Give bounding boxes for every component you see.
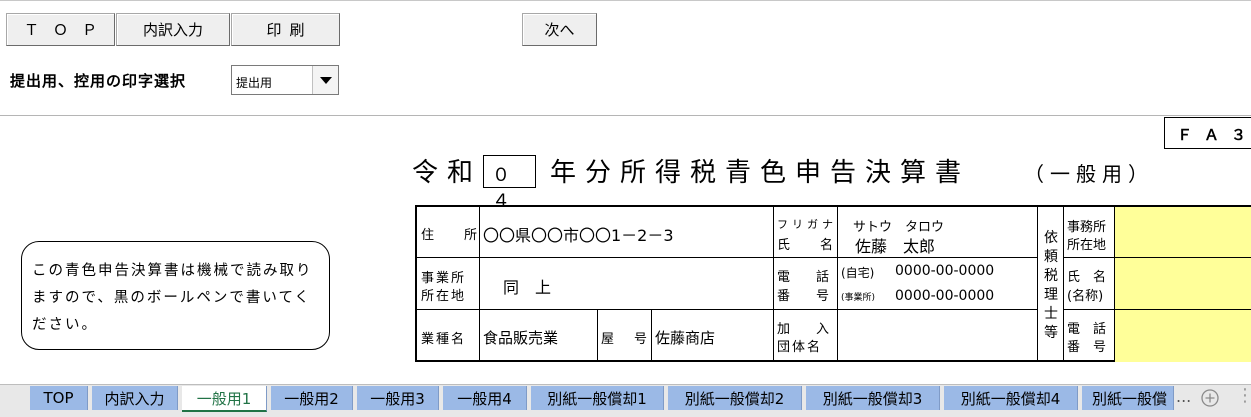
tab-ippan-3[interactable]: 一般用3	[357, 386, 439, 410]
phone-home-tag: (自宅)	[841, 266, 875, 280]
tab-ippan-2[interactable]: 一般用2	[271, 386, 353, 410]
year-field[interactable]: ０４	[483, 155, 536, 212]
tabs-more[interactable]: ...	[1176, 387, 1191, 406]
notice-box: この青色申告決算書は機械で読み取りますので、黒のボールペンで書いてください。	[21, 241, 330, 350]
print-select-value: 提出用	[236, 76, 273, 90]
toolbar-divider	[0, 115, 1251, 116]
tab-uchiwake[interactable]: 内訳入力	[92, 386, 178, 410]
phone-label-2: 番 号	[777, 289, 830, 304]
form-code: ＦＡ３０	[1164, 117, 1251, 149]
phone-office-tag: (事業所)	[841, 293, 876, 303]
sheet-tab-bar: TOP 内訳入力 一般用1 一般用2 一般用3 一般用4 別紙一般償却1 別紙一…	[0, 384, 1251, 417]
accountant-label: 依頼税理士等	[1044, 230, 1058, 341]
phone-office-value[interactable]: 0000-00-0000	[895, 288, 994, 304]
address-value[interactable]: 〇〇県〇〇市〇〇1－2－3	[483, 222, 674, 246]
accountant-input-area[interactable]	[1115, 207, 1251, 362]
tab-top[interactable]: TOP	[30, 386, 88, 410]
tab-besshi-3[interactable]: 別紙一般償却3	[806, 386, 940, 410]
print-button[interactable]: 印刷	[231, 13, 340, 46]
business-value[interactable]: 食品販売業	[483, 327, 558, 348]
title-prefix: 令和	[412, 158, 483, 188]
add-sheet-icon[interactable]	[1200, 388, 1220, 412]
acct-phone-label-2: 番 号	[1067, 340, 1107, 355]
tab-ippan-1[interactable]: 一般用1	[182, 386, 267, 412]
assoc-label-2: 団体名	[777, 340, 823, 355]
name-value[interactable]: 佐藤 太郎	[855, 233, 935, 257]
business-label: 業種名	[421, 332, 467, 347]
acct-name-label-1: 氏 名	[1067, 270, 1107, 285]
name-label: 氏名	[777, 238, 833, 253]
acct-office-label-2: 所在地	[1067, 238, 1107, 253]
acct-name-label-2: (名称)	[1067, 289, 1104, 304]
top-border	[0, 0, 1251, 1]
tab-besshi-4[interactable]: 別紙一般償却4	[944, 386, 1078, 410]
tab-besshi-1[interactable]: 別紙一般償却1	[531, 386, 664, 410]
office-label-2: 所在地	[421, 289, 467, 304]
shop-label: 屋号	[601, 332, 647, 347]
tab-besshi-2[interactable]: 別紙一般償却2	[668, 386, 802, 410]
assoc-label-1: 加 入	[777, 322, 830, 337]
print-select-label: 提出用、控用の印字選択	[10, 72, 187, 90]
address-label: 住所	[421, 228, 477, 243]
print-select[interactable]: 提出用	[231, 65, 339, 95]
page-title: 年分所得税青色申告決算書	[550, 158, 971, 188]
office-label-1: 事業所	[421, 271, 467, 286]
tab-ippan-4[interactable]: 一般用4	[443, 386, 527, 410]
chevron-down-icon[interactable]	[312, 66, 338, 94]
tabbar-splitter[interactable]: ⋮	[1236, 385, 1251, 406]
next-button[interactable]: 次へ	[522, 13, 597, 46]
uchiwake-input-button[interactable]: 内訳入力	[116, 13, 230, 46]
acct-office-label-1: 事務所	[1067, 220, 1107, 235]
phone-home-value[interactable]: 0000-00-0000	[895, 263, 994, 279]
taxpayer-info-table: 住所 〇〇県〇〇市〇〇1－2－3 フリガナ 氏名 サトウ タロウ 佐藤 太郎 事…	[415, 205, 1251, 362]
shop-value[interactable]: 佐藤商店	[655, 327, 715, 348]
page-subtitle: （一般用）	[1024, 162, 1154, 186]
office-address-value[interactable]: 同 上	[503, 274, 551, 298]
top-button[interactable]: ＴＯＰ	[6, 13, 115, 46]
tab-besshi-5[interactable]: 別紙一般償	[1082, 386, 1174, 410]
acct-phone-label-1: 電 話	[1067, 322, 1107, 337]
phone-label-1: 電 話	[777, 270, 830, 285]
furigana-label: フリガナ	[777, 218, 837, 231]
